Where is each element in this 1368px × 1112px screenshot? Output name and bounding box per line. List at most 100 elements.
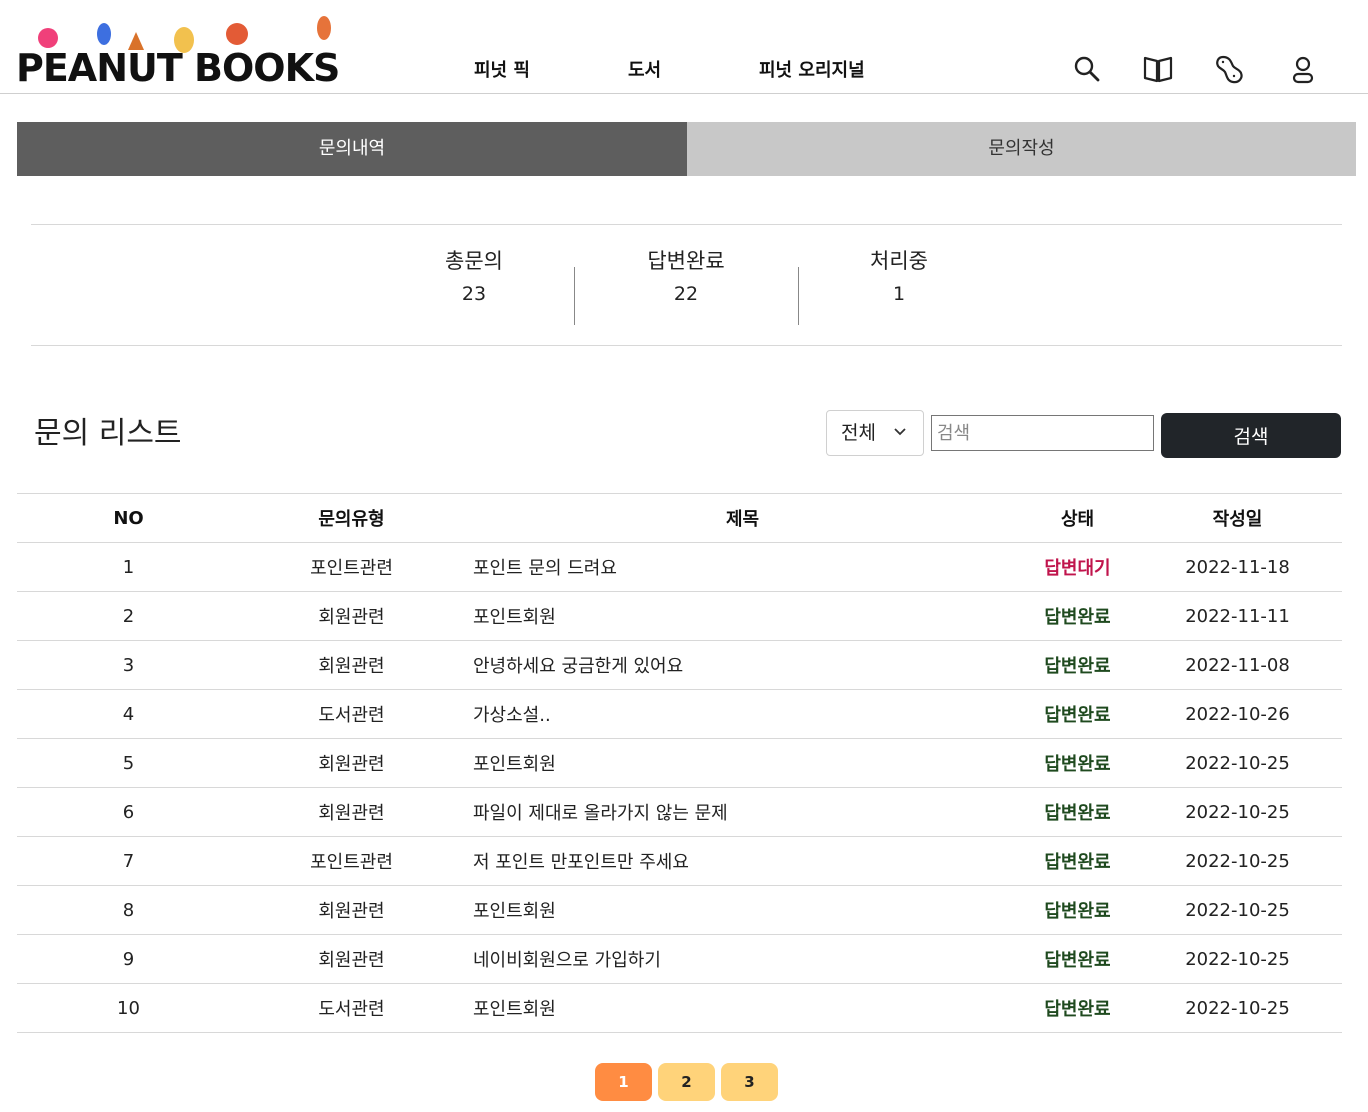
row-type: 도서관련 [240, 983, 463, 1033]
row-status: 답변완료 [1022, 885, 1133, 935]
table-row[interactable]: 9 회원관련 네이비회원으로 가입하기 답변완료 2022-10-25 [17, 934, 1342, 984]
row-status: 답변완료 [1022, 640, 1133, 690]
row-type: 회원관련 [240, 885, 463, 935]
row-no: 3 [17, 640, 240, 690]
row-no: 4 [17, 689, 240, 739]
row-date: 2022-10-25 [1133, 836, 1342, 886]
row-date: 2022-10-25 [1133, 885, 1342, 935]
col-header-status: 상태 [1022, 493, 1133, 543]
col-header-date: 작성일 [1133, 493, 1342, 543]
row-title[interactable]: 저 포인트 만포인트만 주세요 [463, 836, 1022, 886]
inquiry-table: NO 문의유형 제목 상태 작성일 1 포인트관련 포인트 문의 드려요 답변대기 20… [17, 493, 1342, 1033]
row-type: 회원관련 [240, 934, 463, 984]
stat-total-value: 23 [461, 283, 487, 305]
row-title[interactable]: 가상소설.. [463, 689, 1022, 739]
stat-total-label: 총문의 [445, 249, 503, 273]
row-date: 2022-10-25 [1133, 738, 1342, 788]
row-title[interactable]: 포인트회원 [463, 885, 1022, 935]
page-button-1[interactable]: 1 [595, 1063, 652, 1101]
row-title[interactable]: 파일이 제대로 올라가지 않는 문제 [463, 787, 1022, 837]
row-title[interactable]: 포인트회원 [463, 738, 1022, 788]
stat-total: 총문의 23 [374, 245, 574, 305]
row-no: 7 [17, 836, 240, 886]
stat-processing: 처리중 1 [799, 245, 999, 305]
stat-answered: 답변완료 22 [586, 245, 786, 305]
search-icon[interactable] [1071, 52, 1103, 86]
user-icon[interactable] [1287, 52, 1319, 86]
tab-write-inquiry[interactable]: 문의작성 [687, 122, 1356, 176]
table-row[interactable]: 7 포인트관련 저 포인트 만포인트만 주세요 답변완료 2022-10-25 [17, 836, 1342, 886]
row-date: 2022-10-26 [1133, 689, 1342, 739]
stat-processing-value: 1 [892, 283, 906, 305]
stat-divider [574, 267, 575, 325]
row-status: 답변완료 [1022, 689, 1133, 739]
row-date: 2022-11-18 [1133, 542, 1342, 592]
chevron-down-icon [894, 428, 906, 436]
row-no: 6 [17, 787, 240, 837]
row-no: 2 [17, 591, 240, 641]
inquiry-list-title: 문의 리스트 [34, 416, 182, 451]
row-type: 회원관련 [240, 738, 463, 788]
site-header: PEANUT BOOKS 피넛 픽 도서 피넛 오리지널 [0, 0, 1368, 94]
row-status: 답변완료 [1022, 836, 1133, 886]
table-row[interactable]: 3 회원관련 안녕하세요 궁금한게 있어요 답변완료 2022-11-08 [17, 640, 1342, 690]
nav-books[interactable]: 도서 [628, 56, 661, 82]
peanut-icon[interactable] [1214, 52, 1246, 86]
inquiry-stats-panel: 총문의 23 답변완료 22 처리중 1 [31, 224, 1342, 346]
row-date: 2022-10-25 [1133, 934, 1342, 984]
row-no: 10 [17, 983, 240, 1033]
row-no: 1 [17, 542, 240, 592]
row-status: 답변완료 [1022, 787, 1133, 837]
row-no: 8 [17, 885, 240, 935]
filter-select-value: 전체 [841, 422, 876, 444]
row-type: 포인트관련 [240, 836, 463, 886]
stat-answered-value: 22 [673, 283, 699, 305]
table-row[interactable]: 10 도서관련 포인트회원 답변완료 2022-10-25 [17, 983, 1342, 1033]
nav-peanut-original[interactable]: 피넛 오리지널 [759, 56, 865, 82]
nav-peanut-pick[interactable]: 피넛 픽 [474, 56, 530, 82]
col-header-type: 문의유형 [240, 493, 463, 543]
table-row[interactable]: 1 포인트관련 포인트 문의 드려요 답변대기 2022-11-18 [17, 542, 1342, 592]
table-body: 1 포인트관련 포인트 문의 드려요 답변대기 2022-11-18 2 회원관련 포인트회원… [17, 542, 1342, 1033]
row-date: 2022-10-25 [1133, 983, 1342, 1033]
row-title[interactable]: 포인트회원 [463, 983, 1022, 1033]
row-title[interactable]: 안녕하세요 궁금한게 있어요 [463, 640, 1022, 690]
row-no: 5 [17, 738, 240, 788]
row-type: 회원관련 [240, 640, 463, 690]
row-status: 답변완료 [1022, 934, 1133, 984]
row-date: 2022-11-08 [1133, 640, 1342, 690]
row-status: 답변대기 [1022, 542, 1133, 592]
table-header-row: NO 문의유형 제목 상태 작성일 [17, 493, 1342, 543]
row-date: 2022-11-11 [1133, 591, 1342, 641]
row-title[interactable]: 포인트 문의 드려요 [463, 542, 1022, 592]
row-no: 9 [17, 934, 240, 984]
col-header-no: NO [17, 493, 240, 543]
stat-answered-label: 답변완료 [647, 249, 725, 273]
table-row[interactable]: 6 회원관련 파일이 제대로 올라가지 않는 문제 답변완료 2022-10-25 [17, 787, 1342, 837]
page-button-2[interactable]: 2 [658, 1063, 715, 1101]
row-status: 답변완료 [1022, 738, 1133, 788]
search-button[interactable]: 검색 [1161, 413, 1341, 458]
row-type: 도서관련 [240, 689, 463, 739]
search-input[interactable] [931, 415, 1154, 451]
row-status: 답변완료 [1022, 983, 1133, 1033]
page-button-3[interactable]: 3 [721, 1063, 778, 1101]
row-title[interactable]: 네이비회원으로 가입하기 [463, 934, 1022, 984]
col-header-title: 제목 [463, 493, 1022, 543]
table-row[interactable]: 2 회원관련 포인트회원 답변완료 2022-11-11 [17, 591, 1342, 641]
table-row[interactable]: 5 회원관련 포인트회원 답변완료 2022-10-25 [17, 738, 1342, 788]
filter-select[interactable]: 전체 [826, 410, 924, 456]
row-type: 회원관련 [240, 787, 463, 837]
row-type: 회원관련 [240, 591, 463, 641]
table-row[interactable]: 8 회원관련 포인트회원 답변완료 2022-10-25 [17, 885, 1342, 935]
book-icon[interactable] [1142, 52, 1174, 86]
row-title[interactable]: 포인트회원 [463, 591, 1022, 641]
row-date: 2022-10-25 [1133, 787, 1342, 837]
stat-processing-label: 처리중 [870, 249, 928, 273]
logo-text: PEANUT BOOKS [16, 46, 340, 90]
tab-inquiry-history[interactable]: 문의내역 [17, 122, 687, 176]
row-type: 포인트관련 [240, 542, 463, 592]
peanut-books-logo[interactable]: PEANUT BOOKS [16, 14, 340, 90]
row-status: 답변완료 [1022, 591, 1133, 641]
table-row[interactable]: 4 도서관련 가상소설.. 답변완료 2022-10-26 [17, 689, 1342, 739]
